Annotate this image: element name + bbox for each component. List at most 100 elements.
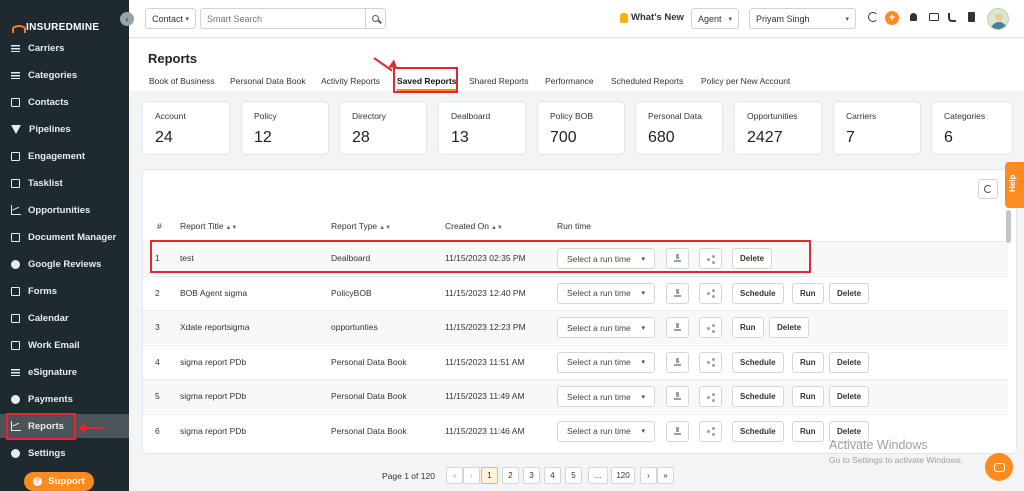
thumbs-up-icon (620, 12, 628, 23)
filter-icon (11, 124, 21, 134)
tab-activity-reports[interactable]: Activity Reports (321, 76, 380, 86)
sidebar-item-esignature[interactable]: eSignature (0, 360, 129, 384)
sidebar-item-work-email[interactable]: Work Email (0, 333, 129, 357)
run-time-select[interactable]: Select a run time ▾ (557, 420, 655, 442)
run-time-select[interactable]: Select a run time ▾ (557, 386, 655, 407)
run-time-select[interactable]: Select a run time ▾ (557, 351, 655, 373)
table-scrollbar[interactable] (1006, 210, 1011, 243)
page-button[interactable]: 120 (611, 467, 635, 484)
share-button[interactable] (699, 282, 722, 304)
run-button[interactable]: Run (792, 282, 824, 304)
page-button[interactable]: 2 (502, 467, 519, 484)
stat-card-categories[interactable]: Categories 6 (931, 101, 1013, 155)
sync-icon[interactable] (868, 12, 878, 22)
add-button[interactable]: + (885, 11, 899, 25)
sidebar-item-categories[interactable]: Categories (0, 63, 129, 87)
download-button[interactable] (666, 317, 689, 338)
sidebar-item-forms[interactable]: Forms (0, 279, 129, 303)
stat-card-policy-bob[interactable]: Policy BOB 700 (537, 101, 625, 155)
download-button[interactable] (666, 420, 689, 442)
page-button[interactable]: ‹ (463, 467, 480, 484)
download-button[interactable] (666, 351, 689, 373)
page-button[interactable]: 1 (481, 467, 498, 484)
run-button[interactable]: Run (732, 317, 764, 338)
tab-scheduled-reports[interactable]: Scheduled Reports (611, 76, 683, 86)
phone-icon[interactable] (948, 13, 956, 22)
run-button[interactable]: Run (792, 386, 824, 407)
messages-icon[interactable] (929, 13, 939, 21)
sidebar-item-pipelines[interactable]: Pipelines (0, 117, 129, 141)
schedule-button[interactable]: Schedule (732, 282, 784, 304)
stat-value: 700 (550, 129, 577, 146)
sidebar-item-settings[interactable]: Settings (0, 441, 129, 465)
schedule-button[interactable]: Schedule (732, 351, 784, 373)
search-input[interactable] (200, 8, 365, 29)
tab-personal-data-book[interactable]: Personal Data Book (230, 76, 306, 86)
stat-card-personal-data[interactable]: Personal Data 680 (635, 101, 723, 155)
page-button[interactable]: » (657, 467, 674, 484)
chevron-down-icon: ▾ (641, 359, 645, 366)
tab-shared-reports[interactable]: Shared Reports (469, 76, 529, 86)
page-button[interactable]: › (640, 467, 657, 484)
stat-card-account[interactable]: Account 24 (142, 101, 230, 155)
sidebar-item-payments[interactable]: Payments (0, 387, 129, 411)
download-icon (674, 392, 681, 400)
run-button[interactable]: Run (792, 420, 824, 442)
sidebar-item-document-manager[interactable]: Document Manager (0, 225, 129, 249)
sidebar-item-contacts[interactable]: Contacts (0, 90, 129, 114)
page-button[interactable]: ... (588, 467, 608, 484)
search-scope-select[interactable]: Contact ▾ (145, 8, 196, 29)
share-button[interactable] (699, 317, 722, 338)
bell-icon[interactable] (910, 13, 917, 21)
download-button[interactable] (666, 282, 689, 304)
chat-button[interactable] (985, 453, 1013, 481)
col-header-report-title[interactable]: Report Title ▲▼ (180, 221, 237, 231)
stat-card-policy[interactable]: Policy 12 (241, 101, 329, 155)
sidebar-item-google-reviews[interactable]: Google Reviews (0, 252, 129, 276)
tab-policy-per-new-account[interactable]: Policy per New Account (701, 76, 790, 86)
page-button[interactable]: 4 (544, 467, 561, 484)
page-button[interactable]: 3 (523, 467, 540, 484)
tab-performance[interactable]: Performance (545, 76, 594, 86)
share-button[interactable] (699, 351, 722, 373)
user-select[interactable]: Priyam Singh ▾ (749, 8, 856, 29)
delete-button[interactable]: Delete (829, 386, 870, 407)
sidebar-item-carriers[interactable]: Carriers (0, 37, 129, 59)
schedule-button[interactable]: Schedule (732, 386, 784, 407)
stat-value: 7 (846, 129, 855, 146)
share-button[interactable] (699, 386, 722, 407)
role-select[interactable]: Agent ▾ (691, 8, 739, 29)
run-time-select[interactable]: Select a run time ▾ (557, 282, 655, 304)
sidebar-item-opportunities[interactable]: Opportunities (0, 198, 129, 222)
brand-logo[interactable]: INSUREDMINE (12, 22, 99, 33)
download-button[interactable] (666, 386, 689, 407)
col-header-created-on[interactable]: Created On ▲▼ (445, 221, 503, 231)
page-button[interactable]: 5 (565, 467, 582, 484)
run-button[interactable]: Run (792, 351, 824, 373)
col-header-report-type[interactable]: Report Type ▲▼ (331, 221, 391, 231)
schedule-button[interactable]: Schedule (732, 420, 784, 442)
tab-book-of-business[interactable]: Book of Business (149, 76, 215, 86)
help-tab[interactable]: Help (1005, 162, 1024, 208)
share-button[interactable] (699, 420, 722, 442)
stat-card-opportunities[interactable]: Opportunities 2427 (734, 101, 822, 155)
delete-button[interactable]: Delete (829, 282, 870, 304)
calculator-icon[interactable] (968, 12, 975, 22)
run-time-select[interactable]: Select a run time ▾ (557, 317, 655, 338)
sidebar-item-engagement[interactable]: Engagement (0, 144, 129, 168)
search-button[interactable] (365, 8, 386, 29)
delete-button[interactable]: Delete (769, 317, 810, 338)
stat-card-carriers[interactable]: Carriers 7 (833, 101, 921, 155)
refresh-button[interactable] (978, 179, 998, 199)
collapse-sidebar-button[interactable]: ‹ (120, 12, 134, 26)
sidebar-item-tasklist[interactable]: Tasklist (0, 171, 129, 195)
support-button[interactable]: ? Support (24, 472, 94, 491)
page-button[interactable]: « (446, 467, 463, 484)
sidebar-item-label: Pipelines (29, 123, 71, 135)
user-avatar[interactable] (987, 8, 1009, 30)
stat-card-dealboard[interactable]: Dealboard 13 (438, 101, 526, 155)
stat-card-directory[interactable]: Directory 28 (339, 101, 427, 155)
delete-button[interactable]: Delete (829, 351, 870, 373)
sidebar-item-calendar[interactable]: Calendar (0, 306, 129, 330)
whats-new-link[interactable]: What's New (620, 12, 684, 23)
